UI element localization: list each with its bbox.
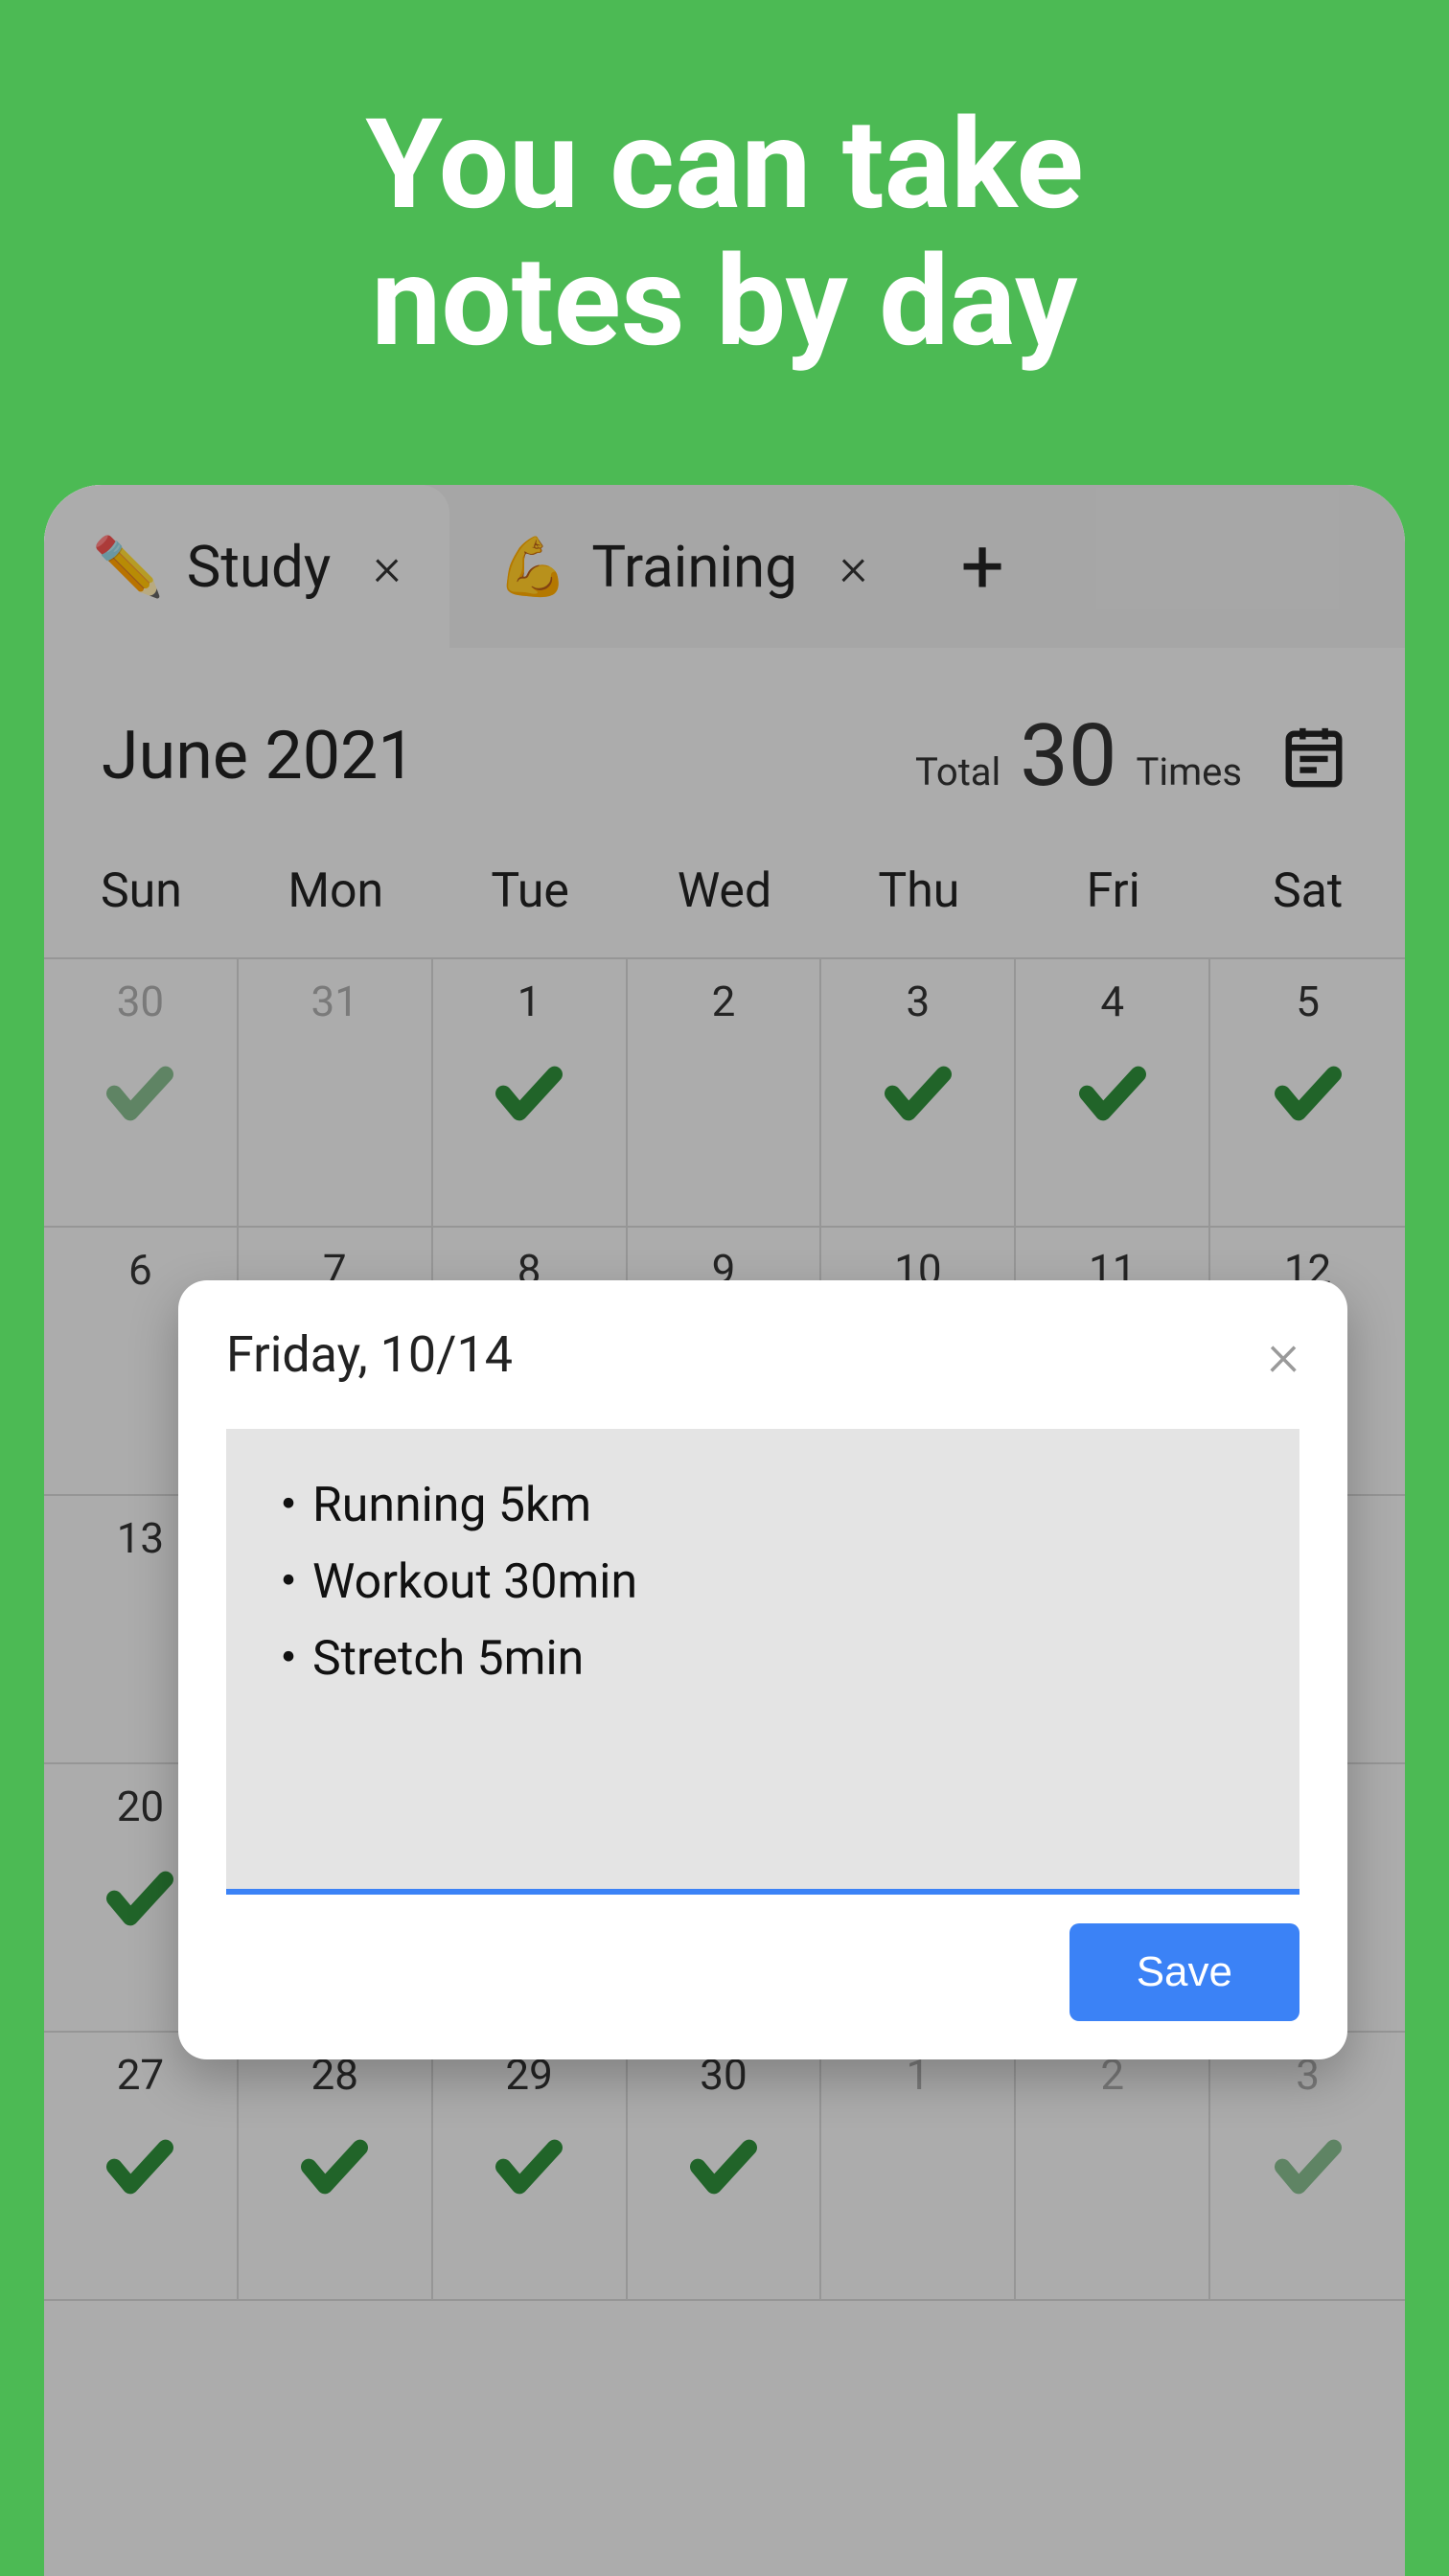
weekday-label: Wed [628, 863, 822, 919]
promo-headline: You can takenotes by day [365, 96, 1083, 370]
calendar-day[interactable]: 2 [628, 959, 822, 1228]
note-dialog: Friday, 10/14 × ・Running 5km ・Workout 30… [178, 1280, 1347, 2059]
day-number: 30 [117, 977, 164, 1026]
calendar-header: June 2021 Total 30 Times [44, 648, 1405, 844]
close-icon[interactable]: × [1267, 1319, 1300, 1391]
day-number: 13 [117, 1513, 164, 1563]
total-value: 30 [1020, 705, 1116, 806]
calendar-day[interactable]: 28 [239, 2033, 433, 2301]
save-button[interactable]: Save [1070, 1923, 1300, 2021]
check-icon [287, 2128, 382, 2205]
day-number: 27 [117, 2050, 164, 2100]
weekday-label: Thu [821, 863, 1016, 919]
check-icon [481, 1055, 577, 1132]
add-tab-button[interactable]: + [915, 485, 1049, 648]
check-icon [92, 1055, 188, 1132]
calendar-day[interactable]: 1 [821, 2033, 1016, 2301]
weekday-label: Sat [1210, 863, 1405, 919]
pencil-icon: ✏️ [92, 533, 164, 601]
close-icon[interactable]: × [840, 535, 867, 598]
calendar-day[interactable]: 4 [1016, 959, 1210, 1228]
flex-icon: 💪 [497, 533, 569, 601]
calendar-day[interactable]: 30 [44, 959, 239, 1228]
day-number: 2 [712, 977, 736, 1026]
calendar-day[interactable]: 3 [1210, 2033, 1405, 2301]
check-icon [1260, 2128, 1356, 2205]
calendar-day[interactable]: 27 [44, 2033, 239, 2301]
day-number: 20 [117, 1782, 164, 1831]
app-window: ✏️ Study × 💪 Training × + June 2021 Tota… [44, 485, 1405, 2576]
tab-training[interactable]: 💪 Training × [449, 485, 916, 648]
note-textarea[interactable]: ・Running 5km ・Workout 30min ・Stretch 5mi… [226, 1429, 1300, 1895]
day-number: 5 [1296, 977, 1320, 1026]
plus-icon: + [961, 521, 1004, 611]
calendar-note-icon[interactable] [1280, 723, 1347, 790]
day-number: 4 [1100, 977, 1124, 1026]
tab-bar: ✏️ Study × 💪 Training × + [44, 485, 1405, 648]
tab-label: Study [187, 533, 332, 601]
calendar-day[interactable]: 2 [1016, 2033, 1210, 2301]
day-number: 1 [518, 977, 541, 1026]
check-icon [1065, 1055, 1161, 1132]
calendar-day[interactable]: 3 [821, 959, 1016, 1228]
weekday-label: Fri [1016, 863, 1210, 919]
total-unit: Times [1136, 749, 1242, 794]
day-number: 31 [311, 977, 358, 1026]
total-counter: Total 30 Times [915, 705, 1242, 806]
check-icon [92, 2128, 188, 2205]
weekday-header: Sun Mon Tue Wed Thu Fri Sat [44, 844, 1405, 957]
calendar-day[interactable]: 1 [433, 959, 628, 1228]
check-icon [1260, 1055, 1356, 1132]
weekday-label: Tue [433, 863, 628, 919]
tab-label: Training [591, 533, 797, 601]
day-number: 6 [128, 1245, 152, 1295]
total-label: Total [915, 749, 1000, 794]
calendar-day[interactable]: 5 [1210, 959, 1405, 1228]
calendar-day[interactable]: 31 [239, 959, 433, 1228]
tab-study[interactable]: ✏️ Study × [44, 485, 449, 648]
dialog-title: Friday, 10/14 [226, 1325, 513, 1384]
day-number: 3 [906, 977, 930, 1026]
check-icon [92, 1860, 188, 1937]
calendar-day[interactable]: 30 [628, 2033, 822, 2301]
close-icon[interactable]: × [373, 535, 401, 598]
month-label: June 2021 [102, 717, 915, 795]
check-icon [481, 2128, 577, 2205]
check-icon [870, 1055, 966, 1132]
check-icon [676, 2128, 771, 2205]
weekday-label: Sun [44, 863, 239, 919]
calendar-day[interactable]: 29 [433, 2033, 628, 2301]
weekday-label: Mon [239, 863, 433, 919]
